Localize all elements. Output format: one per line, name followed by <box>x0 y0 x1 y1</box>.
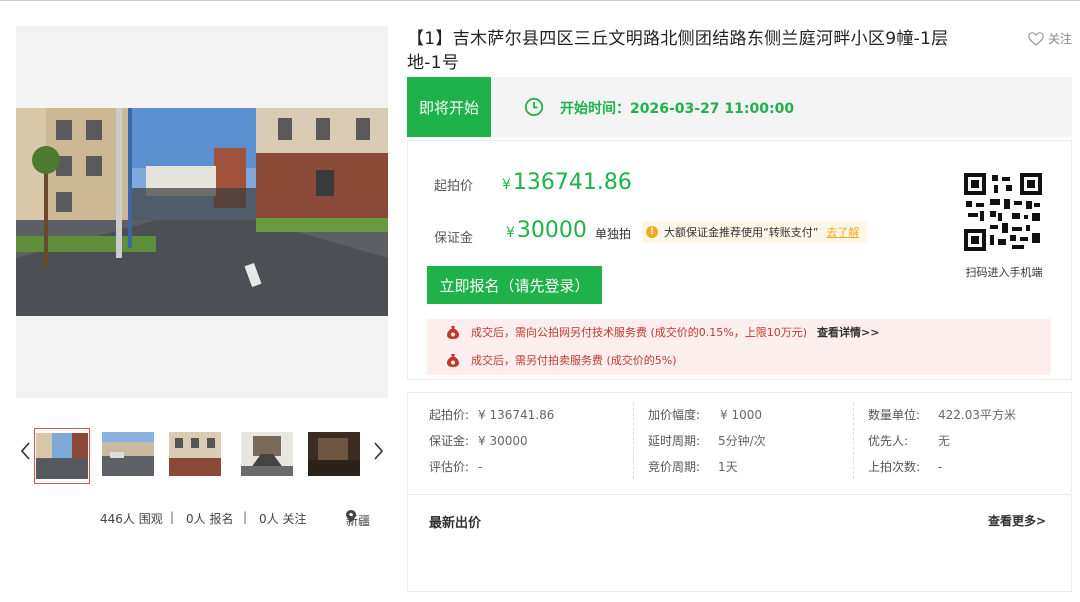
detail-key: 优先人: <box>868 434 909 448</box>
pricing-panel: 起拍价 ¥136741.86 保证金 ¥30000 单独拍 ! 大额保证金推荐使… <box>407 140 1072 380</box>
detail-deposit: 保证金: ¥ 30000 <box>429 432 528 449</box>
detail-key: 数量单位: <box>868 408 921 422</box>
view-more-link[interactable]: 查看更多> <box>988 512 1046 529</box>
thumbnail-5[interactable] <box>308 432 360 476</box>
clock-icon <box>524 97 544 117</box>
info-circle-icon: ! <box>646 226 658 238</box>
location: 新疆 <box>346 510 370 528</box>
fee-notice: 成交后，需向公拍网另付技术服务费 (成交价的0.15%，上限10万元) 查看详情… <box>427 319 1051 375</box>
single-lot-label: 单独拍 <box>595 227 632 241</box>
detail-value: 1天 <box>718 460 738 474</box>
heart-outline-icon <box>1028 31 1044 46</box>
deposit-label: 保证金 <box>434 231 474 246</box>
listing-title: 【1】吉木萨尔县四区三丘文明路北侧团结路东侧兰庭河畔小区9幢-1层地-1号 <box>407 29 949 73</box>
chevron-left-icon <box>21 442 30 460</box>
detail-key: 竞价周期: <box>648 460 701 474</box>
detail-quantity: 数量单位: 422.03平方米 <box>868 406 1016 423</box>
detail-key: 延时周期: <box>648 434 701 448</box>
start-price-label: 起拍价 <box>434 179 474 194</box>
listing-stats: 446人 围观 | 0人 报名 | 0人 关注 新疆 <box>16 508 388 528</box>
location-label: 新疆 <box>346 514 371 528</box>
detail-appraisal: 评估价: - <box>429 458 482 475</box>
detail-listing-count: 上拍次数: - <box>868 458 942 475</box>
deposit-tip: ! 大额保证金推荐使用“转账支付” 去了解 <box>642 221 868 243</box>
top-divider <box>0 0 1080 1</box>
latest-bids-title: 最新出价 <box>429 516 482 531</box>
thumbnail-2[interactable] <box>102 432 154 476</box>
detail-value: 422.03平方米 <box>938 408 1016 422</box>
image-gallery <box>16 26 388 398</box>
fee-text: 成交后，需向公拍网另付技术服务费 (成交价的0.15%，上限10万元) <box>471 326 808 339</box>
stats-separator: | <box>243 510 248 524</box>
detail-key: 起拍价: <box>429 408 470 422</box>
auction-status-bar: 即将开始 开始时间：2026-03-27 11:00:00 <box>407 77 1072 137</box>
detail-priority: 优先人: 无 <box>868 432 950 449</box>
tip-learn-more-link[interactable]: 去了解 <box>826 224 859 240</box>
thumbnail-4[interactable] <box>241 432 293 476</box>
start-price: ¥136741.86 <box>502 170 632 195</box>
detail-value: 无 <box>938 434 951 448</box>
start-price-value: 136741.86 <box>512 170 632 195</box>
detail-value: 5分钟/次 <box>718 434 766 448</box>
latest-bids-panel: 最新出价 查看更多> <box>407 494 1072 592</box>
prev-thumb-button[interactable] <box>16 440 36 462</box>
thumbnail-3[interactable] <box>169 432 221 476</box>
column-divider <box>633 403 634 479</box>
detail-value: - <box>938 460 943 474</box>
fee-row: 成交后，需向公拍网另付技术服务费 (成交价的0.15%，上限10万元) 查看详情… <box>447 323 879 341</box>
follow-button[interactable]: 关注 <box>1028 30 1072 47</box>
detail-key: 保证金: <box>429 434 470 448</box>
signup-button[interactable]: 立即报名（请先登录） <box>427 266 602 304</box>
chevron-right-icon <box>374 442 383 460</box>
money-bag-icon <box>447 353 459 367</box>
main-photo[interactable] <box>16 108 388 316</box>
fee-details-link[interactable]: 查看详情>> <box>817 324 879 340</box>
stats-separator: | <box>170 510 175 524</box>
detail-bid-cycle: 竞价周期: 1天 <box>648 458 738 475</box>
fee-text: 成交后，需另付拍卖服务费 (成交价的5%) <box>471 354 677 367</box>
detail-value: ¥ 136741.86 <box>478 408 555 422</box>
detail-key: 加价幅度: <box>648 408 701 422</box>
qr-code[interactable] <box>964 173 1042 251</box>
deposit-price: ¥30000 <box>506 218 587 243</box>
fee-row: 成交后，需另付拍卖服务费 (成交价的5%) <box>447 351 677 369</box>
tip-text: 大额保证金推荐使用“转账支付” <box>664 226 819 239</box>
detail-value: - <box>478 460 483 474</box>
currency-symbol: ¥ <box>506 225 515 241</box>
detail-key: 上拍次数: <box>868 460 921 474</box>
column-divider <box>853 403 854 479</box>
detail-value: ¥ 1000 <box>720 408 762 422</box>
signups-count: 0人 报名 <box>186 512 234 526</box>
money-bag-icon <box>447 325 459 339</box>
thumbnail-strip <box>16 428 388 484</box>
detail-increment: 加价幅度: ¥ 1000 <box>648 406 762 423</box>
deposit-value: 30000 <box>516 218 587 243</box>
views-count: 446人 围观 <box>100 512 163 526</box>
status-badge: 即将开始 <box>407 77 491 137</box>
follows-count: 0人 关注 <box>259 512 307 526</box>
detail-key: 评估价: <box>429 460 470 474</box>
currency-symbol: ¥ <box>502 177 511 193</box>
detail-start-price: 起拍价: ¥ 136741.86 <box>429 406 554 423</box>
start-time: 开始时间：2026-03-27 11:00:00 <box>560 101 795 117</box>
thumbnail-1[interactable] <box>34 428 90 484</box>
auction-details: 起拍价: ¥ 136741.86 保证金: ¥ 30000 评估价: - 加价幅度: ¥… <box>407 392 1072 492</box>
next-thumb-button[interactable] <box>368 440 388 462</box>
detail-value: ¥ 30000 <box>478 434 528 448</box>
qr-caption: 扫码进入手机端 <box>965 266 1043 279</box>
detail-extension: 延时周期: 5分钟/次 <box>648 432 766 449</box>
follow-label: 关注 <box>1048 32 1073 46</box>
